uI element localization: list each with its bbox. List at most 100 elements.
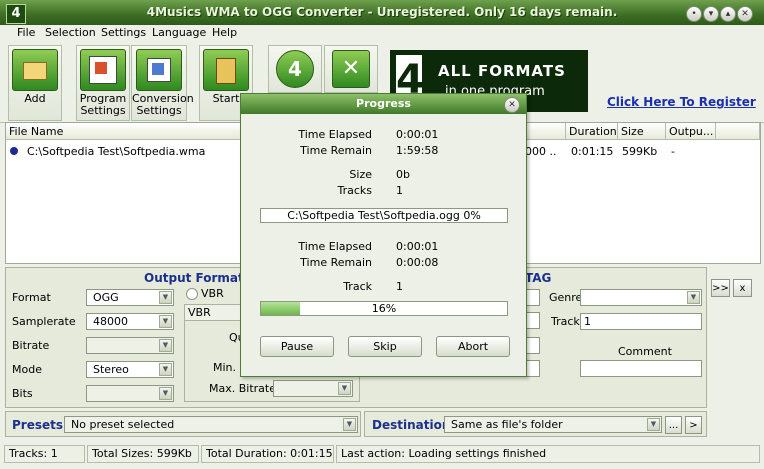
- chevron-down-icon: ▼: [647, 418, 660, 431]
- menu-bar: File Selection Settings Language Help: [0, 25, 764, 42]
- overall-time-elapsed-value: 0:00:01: [396, 128, 439, 141]
- current-file-box: C:\Softpedia Test\Softpedia.ogg 0%: [260, 208, 508, 223]
- status-total-duration: Total Duration: 0:01:15: [201, 445, 334, 463]
- menu-selection[interactable]: Selection: [45, 26, 96, 39]
- presets-bar: Presets No preset selected ▼: [5, 411, 361, 437]
- chevron-down-icon: ▼: [159, 291, 172, 304]
- comment-field[interactable]: [580, 360, 702, 377]
- mode-value: Stereo: [93, 363, 129, 376]
- format-value: OGG: [93, 291, 119, 304]
- vbr-label: VBR: [201, 287, 224, 300]
- comment-label: Comment: [618, 345, 672, 358]
- file-size-cell: 599Kb: [622, 145, 658, 158]
- column-filler: [716, 123, 760, 140]
- genre-label: Genre: [549, 291, 583, 304]
- destination-value: Same as file's folder: [451, 418, 563, 431]
- current-time-remain-value: 0:00:08: [396, 256, 439, 269]
- progress-bar-fill: [261, 302, 301, 315]
- chevron-down-icon: ▼: [343, 418, 356, 431]
- chevron-up-icon[interactable]: ▴: [720, 6, 736, 22]
- vbr-checkbox[interactable]: [186, 288, 198, 300]
- add-folder-icon: [12, 49, 58, 91]
- chevron-down-icon: ▼: [338, 382, 351, 395]
- genre-select[interactable]: ▼: [580, 289, 702, 306]
- title-bar[interactable]: 4 4Musics WMA to OGG Converter - Unregis…: [0, 0, 764, 25]
- format-label: Format: [12, 291, 51, 304]
- mode-select[interactable]: Stereo ▼: [86, 361, 174, 378]
- current-time-remain-label: Time Remain: [300, 256, 372, 269]
- destination-select[interactable]: Same as file's folder ▼: [444, 416, 662, 433]
- chevron-down-icon: ▼: [159, 315, 172, 328]
- column-output[interactable]: Outpu...: [666, 123, 716, 140]
- four-logo-icon: 4: [276, 50, 314, 88]
- track-field[interactable]: 1: [580, 313, 702, 330]
- menu-file[interactable]: File: [17, 26, 35, 39]
- tracks-value: 1: [396, 184, 403, 197]
- close-icon[interactable]: ✕: [504, 97, 520, 113]
- forward-button[interactable]: >>: [711, 279, 730, 297]
- file-duration-cell: 0:01:15: [571, 145, 614, 158]
- max-bitrate-label: Max. Bitrate: [209, 382, 276, 395]
- tag-heading: TAG: [525, 271, 552, 285]
- overall-time-remain-label: Time Remain: [300, 144, 372, 157]
- progress-dialog: Progress ✕ Time Elapsed 0:00:01 Time Rem…: [240, 93, 527, 377]
- tag-title-field[interactable]: [526, 360, 540, 377]
- status-tracks: Tracks: 1: [4, 445, 85, 463]
- current-time-elapsed-label: Time Elapsed: [298, 240, 372, 253]
- tracks-label: Tracks: [337, 184, 372, 197]
- chevron-down-icon[interactable]: ▾: [703, 6, 719, 22]
- window-title: 4Musics WMA to OGG Converter - Unregiste…: [146, 5, 618, 19]
- samplerate-label: Samplerate: [12, 315, 76, 328]
- exit-button[interactable]: ✕: [324, 45, 378, 93]
- bitrate-select[interactable]: ▼: [86, 337, 174, 354]
- abort-button[interactable]: Abort: [436, 336, 510, 357]
- bitrate-label: Bitrate: [12, 339, 50, 352]
- overall-time-elapsed-label: Time Elapsed: [298, 128, 372, 141]
- current-time-elapsed-value: 0:00:01: [396, 240, 439, 253]
- status-last-action: Last action: Loading settings finished: [336, 445, 760, 463]
- presets-select[interactable]: No preset selected ▼: [64, 416, 358, 433]
- pause-button[interactable]: Pause: [260, 336, 334, 357]
- program-settings-icon: [80, 49, 126, 91]
- program-settings-label-2: Settings: [80, 104, 126, 117]
- size-value: 0b: [396, 168, 410, 181]
- max-bitrate-select[interactable]: ▼: [273, 380, 353, 397]
- clear-button[interactable]: x: [733, 279, 752, 297]
- file-output-cell: -: [671, 145, 675, 158]
- main-window: 4 4Musics WMA to OGG Converter - Unregis…: [0, 0, 764, 469]
- conversion-settings-button[interactable]: Conversion Settings: [131, 45, 194, 121]
- format-select[interactable]: OGG ▼: [86, 289, 174, 306]
- tag-album-field[interactable]: [526, 312, 540, 329]
- add-label: Add: [24, 92, 46, 105]
- chevron-down-icon: ▼: [159, 339, 172, 352]
- register-link[interactable]: Click Here To Register: [607, 95, 756, 109]
- skip-button[interactable]: Skip: [348, 336, 422, 357]
- menu-help[interactable]: Help: [212, 26, 237, 39]
- menu-language[interactable]: Language: [152, 26, 206, 39]
- file-partial-cell: 000 ..: [525, 145, 557, 158]
- samplerate-select[interactable]: 48000 ▼: [86, 313, 174, 330]
- bits-select[interactable]: ▼: [86, 385, 174, 402]
- bits-label: Bits: [12, 387, 33, 400]
- minimize-dot-icon[interactable]: •: [686, 6, 702, 22]
- tag-year-field[interactable]: [526, 337, 540, 354]
- close-icon[interactable]: ✕: [737, 6, 753, 22]
- status-bar: Tracks: 1 Total Sizes: 599Kb Total Durat…: [0, 443, 764, 469]
- about-button[interactable]: 4: [268, 45, 322, 93]
- tag-artist-field[interactable]: [526, 289, 540, 306]
- program-settings-button[interactable]: Program Settings: [76, 45, 130, 121]
- presets-label: Presets: [12, 418, 64, 432]
- column-size[interactable]: Size: [618, 123, 666, 140]
- add-button[interactable]: Add: [8, 45, 62, 121]
- browse-button[interactable]: ...: [665, 416, 682, 434]
- menu-settings[interactable]: Settings: [101, 26, 146, 39]
- column-duration[interactable]: Duration: [566, 123, 618, 140]
- samplerate-value: 48000: [93, 315, 128, 328]
- progress-percent-text: 16%: [371, 302, 397, 315]
- chevron-down-icon: ▼: [159, 363, 172, 376]
- progress-dialog-title[interactable]: Progress: [241, 94, 526, 114]
- mode-label: Mode: [12, 363, 42, 376]
- destination-label: Destination: [372, 418, 451, 432]
- conversion-settings-label-2: Settings: [136, 104, 182, 117]
- destination-go-button[interactable]: >: [685, 416, 702, 434]
